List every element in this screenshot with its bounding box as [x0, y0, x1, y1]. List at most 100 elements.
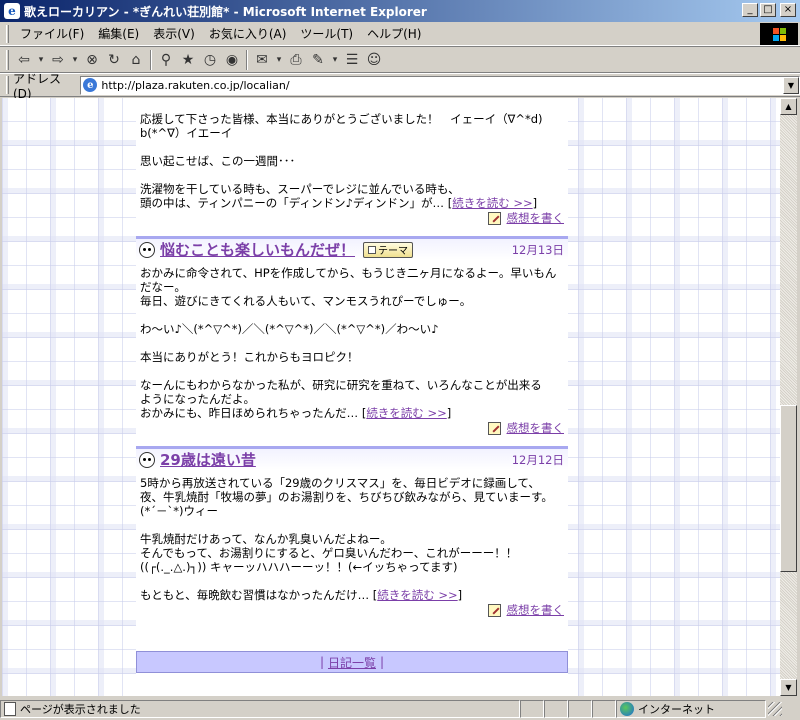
entry-line: 洗濯物を干している時も、スーパーでレジに並んでいる時も、	[140, 182, 460, 196]
discuss-icon[interactable]: ☰	[341, 49, 363, 71]
refresh-icon[interactable]: ↻	[103, 49, 125, 71]
entry-line: おかみに命令されて、HPを作成してから、もうじき二ヶ月になるよー。早いもん	[140, 266, 557, 280]
separator: |	[319, 655, 324, 669]
entry-body-3: 5時から再放送されている「29歳のクリスマス」を、毎日ビデオに録画して、 夜、牛…	[136, 476, 568, 602]
entry-line: だなー。	[140, 280, 186, 294]
history-icon[interactable]: ◷	[199, 49, 221, 71]
close-button[interactable]: ×	[780, 3, 796, 17]
entry-line	[140, 518, 564, 532]
face-icon	[139, 451, 155, 468]
entry-line: 本当にありがとう！これからもヨロピク！	[140, 350, 359, 364]
write-comment-link[interactable]: 感想を書く	[507, 210, 565, 226]
comment-row: 感想を書く	[136, 210, 568, 226]
search-icon[interactable]: ⚲	[155, 49, 177, 71]
favorites-icon[interactable]: ★	[177, 49, 199, 71]
address-field[interactable]: e ▼	[80, 75, 800, 95]
scroll-down-button[interactable]: ▼	[780, 679, 797, 696]
menu-grip[interactable]	[6, 24, 9, 43]
standard-toolbar: ⇦ ▾ ⇨ ▾ ⊗ ↻ ⌂ ⚲ ★ ◷ ◉ ✉ ▾ ⎙ ✎ ▾ ☰ ☺	[0, 47, 800, 73]
face-icon	[139, 241, 155, 258]
entry-header: 29歳は遠い昔 12月12日	[136, 446, 568, 470]
comment-row: 感想を書く	[136, 602, 568, 618]
address-dropdown-button[interactable]: ▼	[783, 76, 799, 94]
pencil-icon	[487, 603, 501, 617]
entry-line: わ～い♪＼(*^▽^*)／＼(*^▽^*)／＼(*^▽^*)／わ～い♪	[140, 322, 439, 336]
entry-line	[140, 140, 564, 154]
toolbar-separator	[246, 49, 248, 70]
page-ie-icon: e	[83, 78, 98, 92]
read-more-link[interactable]: 続きを読む >>	[366, 406, 446, 420]
diary-list-bar: | 日記一覧 |	[136, 651, 568, 673]
entry-line: 毎日、遊びにきてくれる人もいて、マンモスうれぴーでしゅー。	[140, 294, 472, 308]
toolbar-grip[interactable]	[6, 49, 9, 70]
zone-pane: インターネット	[616, 700, 766, 718]
vertical-scrollbar[interactable]: ▲ ▼	[780, 98, 797, 696]
mail-icon[interactable]: ✉	[251, 49, 273, 71]
entry-line: 5時から再放送されている「29歳のクリスマス」を、毎日ビデオに録画して、	[140, 476, 540, 490]
back-dropdown-icon[interactable]: ▾	[35, 49, 47, 71]
menu-edit[interactable]: 編集(E)	[91, 23, 146, 44]
entry-body-2: おかみに命令されて、HPを作成してから、もうじき二ヶ月になるよー。早いもん だな…	[136, 266, 568, 420]
diary-column: 応援して下さった皆様、本当にありがとうございました！ イェーイ（∇^*d) b(…	[136, 98, 568, 696]
scroll-thumb[interactable]	[780, 404, 797, 572]
page-icon	[4, 702, 16, 716]
read-more-link[interactable]: 続きを読む >>	[452, 196, 532, 210]
toolbar-separator	[150, 49, 152, 70]
entry-last-line: おかみにも、昨日ほめられちゃったんだ… [続きを読む >>]	[140, 406, 452, 420]
menu-tools[interactable]: ツール(T)	[293, 23, 360, 44]
theme-icon	[368, 245, 377, 254]
scroll-up-button[interactable]: ▲	[780, 98, 797, 115]
entry-line: (*´－`*)ウィー	[140, 504, 218, 518]
status-text-pane: ページが表示されました	[0, 700, 520, 718]
entry-line: 思い起こせば、この一週間･･･	[140, 154, 296, 168]
edit-icon[interactable]: ✎	[307, 49, 329, 71]
messenger-icon[interactable]: ☺	[363, 49, 385, 71]
address-input[interactable]	[101, 78, 782, 92]
entry-last-line: もともと、毎晩飲む習慣はなかったんだけ… [続きを読む >>]	[140, 588, 463, 602]
entry-line: そんでもって、お湯割りにすると、ゲロ臭いんだわー、これがーーー！！	[140, 546, 518, 560]
write-comment-link[interactable]: 感想を書く	[507, 420, 565, 436]
home-icon[interactable]: ⌂	[125, 49, 147, 71]
menu-view[interactable]: 表示(V)	[146, 23, 202, 44]
diary-list-link[interactable]: 日記一覧	[328, 654, 376, 671]
internet-globe-icon	[620, 702, 634, 716]
forward-dropdown-icon[interactable]: ▾	[69, 49, 81, 71]
stop-icon[interactable]: ⊗	[81, 49, 103, 71]
maximize-button[interactable]: □	[760, 3, 776, 17]
status-bar: ページが表示されました インターネット	[0, 698, 800, 720]
mail-dropdown-icon[interactable]: ▾	[273, 49, 285, 71]
forward-icon[interactable]: ⇨	[47, 49, 69, 71]
entry-line	[140, 168, 564, 182]
title-bar: e 歌えローカリアン - *ぎんれい荘別館* - Microsoft Inter…	[0, 0, 800, 22]
edit-dropdown-icon[interactable]: ▾	[329, 49, 341, 71]
minimize-button[interactable]: _	[742, 3, 758, 17]
entry-line: 夜、牛乳焼酎「牧場の夢」のお湯割りを、ちびちび飲みながら、見ていまーす。	[140, 490, 553, 504]
entry-line: ようになったんだよ。	[140, 392, 255, 406]
entry-line: b(*^∇）イエーイ	[140, 126, 233, 140]
media-icon[interactable]: ◉	[221, 49, 243, 71]
back-icon[interactable]: ⇦	[13, 49, 35, 71]
print-icon[interactable]: ⎙	[285, 49, 307, 71]
entry-last-line: 頭の中は、ティンパニーの「ディンドン♪ディンドン」が… [続きを読む >>]	[140, 196, 538, 210]
entry-title-link[interactable]: 悩むことも楽しいもんだぜ！	[160, 239, 355, 260]
separator: |	[380, 655, 385, 669]
entry-line: ((┌(._.△.)┐)) キャーッハハハーーッ！！(←イッちゃってます)	[140, 560, 458, 574]
entry-line: 牛乳焼酎だけあって、なんか乳臭いんだよねー。	[140, 532, 392, 546]
read-more-link[interactable]: 続きを読む >>	[377, 588, 457, 602]
menu-favorites[interactable]: お気に入り(A)	[202, 23, 294, 44]
entry-date: 12月12日	[511, 452, 564, 467]
entry-line	[140, 308, 564, 322]
address-grip[interactable]	[6, 76, 9, 94]
entry-line: なーんにもわからなかった私が、研究に研究を重ねて、いろんなことが出来る	[140, 378, 542, 392]
menu-help[interactable]: ヘルプ(H)	[360, 23, 428, 44]
resize-grip-icon[interactable]	[768, 702, 782, 716]
entry-line	[140, 336, 564, 350]
theme-button[interactable]: テーマ	[363, 241, 414, 258]
entry-line	[140, 574, 564, 588]
menu-file[interactable]: ファイル(F)	[13, 23, 91, 44]
entry-line	[140, 364, 564, 378]
entry-title-link[interactable]: 29歳は遠い昔	[160, 449, 256, 470]
write-comment-link[interactable]: 感想を書く	[507, 602, 565, 618]
address-label: アドレス(D)	[12, 71, 61, 101]
ie-app-icon[interactable]: e	[4, 3, 20, 19]
